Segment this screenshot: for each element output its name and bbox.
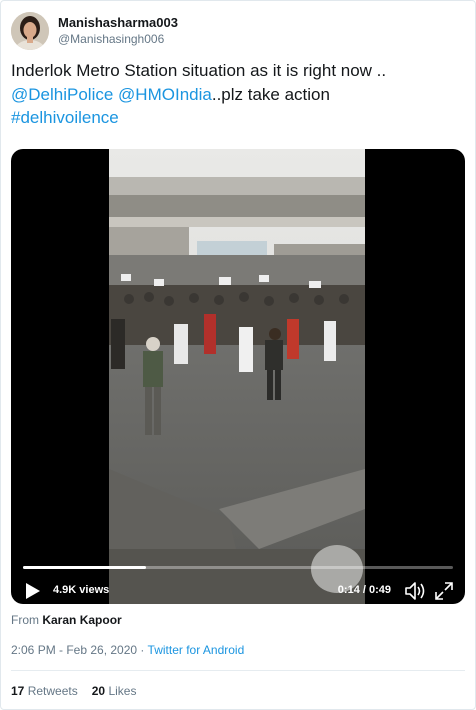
- video-source-prefix: From: [11, 613, 39, 627]
- video-progress-fill: [23, 566, 146, 569]
- meta-separator: ·: [140, 643, 145, 657]
- tweet-client[interactable]: Twitter for Android: [148, 643, 245, 657]
- tweet-datetime[interactable]: 2:06 PM - Feb 26, 2020: [11, 643, 137, 657]
- author-names: Manishasharma003 @Manishasingh006: [58, 14, 178, 48]
- hashtag-delhivoilence[interactable]: #delhivoilence: [11, 108, 119, 127]
- mention-hmoindia[interactable]: @HMOIndia: [118, 85, 212, 104]
- tweet-header: Manishasharma003 @Manishasingh006: [11, 11, 178, 51]
- tweet-stats: 17 Retweets 20 Likes: [11, 684, 136, 698]
- video-source: From Karan Kapoor: [11, 613, 122, 627]
- divider: [11, 670, 465, 671]
- video-source-name[interactable]: Karan Kapoor: [42, 613, 121, 627]
- fullscreen-icon[interactable]: [435, 582, 453, 600]
- video-progress-bar[interactable]: [23, 566, 453, 569]
- tweet-text-start: Inderlok Metro Station situation as it i…: [11, 61, 387, 80]
- tweet-text: Inderlok Metro Station situation as it i…: [11, 59, 467, 130]
- likes-stat[interactable]: 20 Likes: [92, 684, 137, 698]
- volume-icon[interactable]: [405, 581, 427, 601]
- tweet-card: Manishasharma003 @Manishasingh006 Inderl…: [0, 0, 476, 710]
- video-frame: [109, 149, 365, 604]
- retweets-label: Retweets: [27, 684, 78, 698]
- video-time: 0:14 / 0:49: [337, 584, 391, 596]
- video-controls: 4.9K views 0:14 / 0:49: [11, 556, 465, 604]
- avatar-image: [11, 12, 49, 50]
- play-icon[interactable]: [25, 582, 41, 600]
- author-display-name[interactable]: Manishasharma003: [58, 14, 178, 31]
- video-player[interactable]: 4.9K views 0:14 / 0:49: [11, 149, 465, 604]
- likes-label: Likes: [108, 684, 137, 698]
- video-views: 4.9K views: [53, 584, 110, 596]
- avatar[interactable]: [11, 12, 49, 50]
- mention-delhipolice[interactable]: @DelhiPolice: [11, 85, 113, 104]
- tweet-meta: 2:06 PM - Feb 26, 2020 · Twitter for And…: [11, 643, 244, 657]
- likes-count: 20: [91, 684, 106, 698]
- retweets-stat[interactable]: 17 Retweets: [11, 684, 78, 698]
- tweet-text-end: ..plz take action: [211, 84, 330, 104]
- author-handle[interactable]: @Manishasingh006: [58, 31, 178, 48]
- retweets-count: 17: [11, 684, 25, 698]
